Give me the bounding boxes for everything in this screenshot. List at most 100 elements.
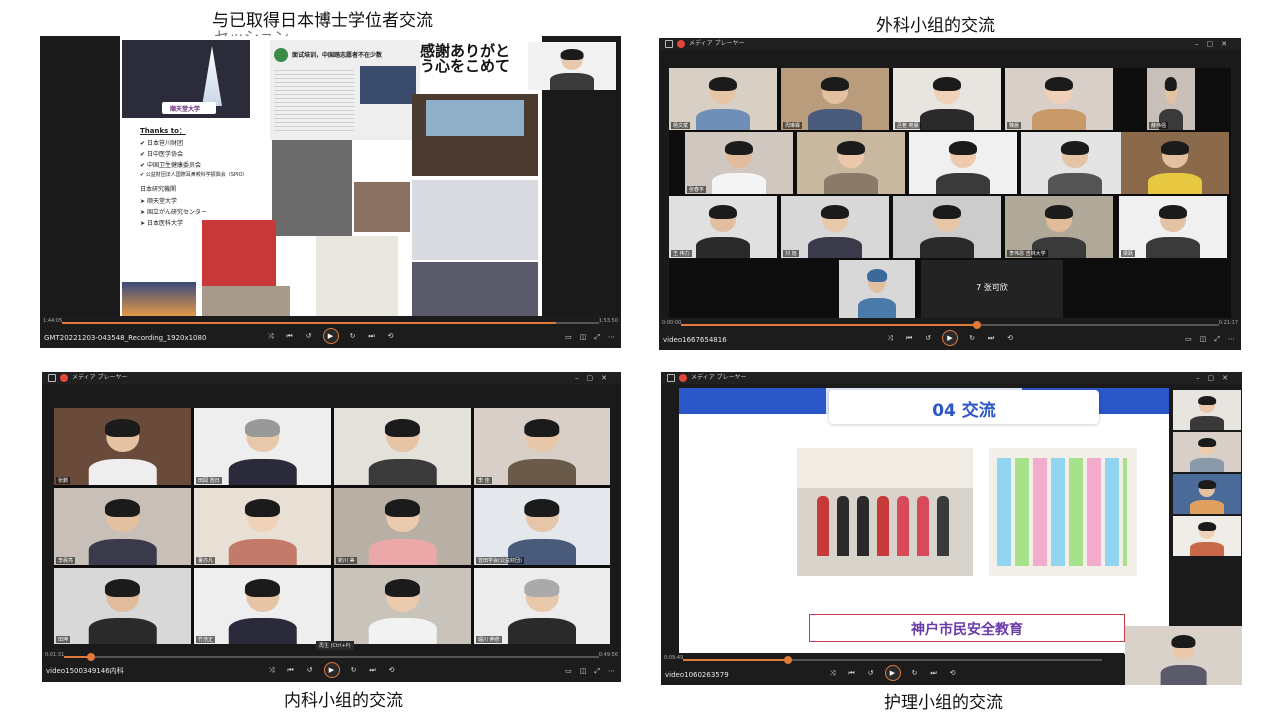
seek-bar[interactable]	[64, 653, 599, 661]
institution-label: 日本医科大学	[146, 220, 183, 227]
seek-bar[interactable]	[681, 321, 1219, 329]
fullscreen-icon[interactable]: ⤢	[1214, 335, 1220, 344]
video-filename: video1500349146内科	[46, 667, 124, 675]
slide-banner-box: 神户市民安全教育	[809, 614, 1125, 642]
repeat-icon[interactable]: ⟲	[386, 332, 396, 340]
captions-icon[interactable]: ▭	[565, 667, 572, 676]
home-icon[interactable]	[667, 374, 675, 382]
previous-icon[interactable]: ⏮	[285, 332, 295, 341]
playback-buttons: ⤨ ⏮ ↺ ▶ ↻ ⏭ ⟲	[266, 328, 396, 344]
window-buttons: ▭ ◫ ⤢ ⋯	[565, 667, 615, 676]
video-tile-active-speaker	[1125, 626, 1242, 685]
seek-knob[interactable]	[783, 656, 792, 664]
shuffle-icon[interactable]: ⤨	[885, 334, 895, 343]
forward-icon[interactable]: ↻	[910, 669, 920, 677]
rewind-icon[interactable]: ↺	[923, 334, 933, 342]
repeat-icon[interactable]: ⟲	[1005, 334, 1015, 342]
forward-icon[interactable]: ↻	[967, 334, 977, 342]
shuffle-icon[interactable]: ⤨	[266, 332, 276, 341]
zoom-gallery: 杨文斌 周琳霖 吕茗 苑晨 魏晨 薛伟强 张春平 王 伟力 刘 旭 李伟恩 吉林…	[669, 68, 1231, 318]
photo-group-christmas: 顺天堂大学	[122, 40, 250, 118]
rewind-icon[interactable]: ↺	[304, 332, 314, 340]
previous-icon[interactable]: ⏮	[904, 334, 914, 343]
forward-icon[interactable]: ↻	[348, 332, 358, 340]
previous-icon[interactable]: ⏮	[286, 666, 296, 675]
participant-name: 李 佳	[476, 477, 492, 484]
photo-group-event	[412, 262, 538, 318]
participant-name: 杨文斌	[671, 122, 691, 129]
next-icon[interactable]: ⏭	[367, 332, 377, 341]
playback-buttons: ⤨ ⏮ ↺ ▶ ↻ ⏭ ⟲	[267, 662, 397, 678]
video-tile-side	[1173, 390, 1241, 430]
home-icon[interactable]	[665, 40, 673, 48]
seek-knob[interactable]	[972, 321, 981, 329]
video-tile: 杨文斌	[669, 68, 777, 130]
current-time: 0:01:31	[45, 652, 65, 658]
seek-bar[interactable]	[683, 656, 1102, 664]
previous-icon[interactable]: ⏮	[847, 669, 857, 678]
video-tile: 李 佳	[474, 408, 610, 485]
institution-item: ➤ 顺天堂大学	[140, 198, 177, 205]
photo-poster-fighting	[202, 220, 276, 286]
captions-icon[interactable]: ▭	[1185, 335, 1192, 344]
repeat-icon[interactable]: ⟲	[387, 666, 397, 674]
current-time: 0:00:00	[662, 320, 682, 326]
player-controls: 0:09:49 video1060263579 ⤨ ⏮ ↺ ▶ ↻ ⏭ ⟲	[661, 653, 1124, 685]
video-tile	[893, 196, 1001, 258]
play-button[interactable]: ▶	[322, 328, 339, 344]
media-player-top-left: 顺天堂大学 Thanks to： ✔ 日本笹川财团 ✔ 日中医学协会 ✔ 中国卫…	[40, 36, 621, 348]
seek-knob[interactable]	[86, 653, 95, 661]
video-tile: 田坤	[54, 568, 191, 644]
total-time: 1:53:50	[598, 318, 618, 324]
window-controls[interactable]: –▢✕	[575, 372, 615, 384]
thanks-item-label: 日中医学协会	[146, 151, 183, 158]
video-tile: 张鹏	[54, 408, 191, 485]
rewind-icon[interactable]: ↺	[866, 669, 876, 677]
photo-meeting-table	[354, 182, 410, 232]
window-controls[interactable]: –▢✕	[1196, 372, 1236, 384]
thanks-item: ✔ 中国卫生健康委员会	[140, 162, 201, 169]
thanks-item-label: 日本笹川财团	[146, 140, 183, 147]
video-tile: 魏晨	[1005, 68, 1113, 130]
thanks-item: ✔ 公益財団法人国際耳鼻喉科学振興会（SPIO）	[140, 172, 248, 178]
video-tile: 竹浩正	[194, 568, 331, 644]
article-headline: 面试培训，中国踏志愿者不在少数	[292, 52, 383, 59]
shuffle-icon[interactable]: ⤨	[828, 669, 838, 678]
next-icon[interactable]: ⏭	[368, 666, 378, 675]
video-filename: video1667654816	[663, 336, 727, 344]
slide-heading-box: 04 交流	[829, 390, 1099, 424]
play-button[interactable]: ▶	[884, 665, 901, 681]
captions-icon[interactable]: ▭	[565, 333, 572, 342]
video-tile	[797, 132, 905, 194]
video-tile: 李晨亮	[54, 488, 191, 565]
media-player-top-right: メディア プレーヤー –▢✕ 杨文斌 周琳霖 吕茗 苑晨 魏晨 薛伟强 张春平 …	[659, 38, 1241, 350]
cast-icon[interactable]: ◫	[580, 667, 587, 676]
more-icon[interactable]: ⋯	[1228, 335, 1235, 344]
play-button[interactable]: ▶	[323, 662, 340, 678]
fullscreen-icon[interactable]: ⤢	[594, 333, 600, 342]
home-icon[interactable]	[48, 374, 56, 382]
video-tile: 张春平	[685, 132, 793, 194]
play-button[interactable]: ▶	[942, 330, 958, 346]
cast-icon[interactable]: ◫	[580, 333, 587, 342]
more-icon[interactable]: ⋯	[608, 667, 615, 676]
shuffle-icon[interactable]: ⤨	[267, 666, 277, 675]
video-tile: 堀川 伸彦	[474, 568, 610, 644]
participant-name: 竹浩正	[196, 636, 216, 643]
article-newspaper: 面试培训，中国踏志愿者不在少数	[270, 40, 420, 140]
participant-name: 李伟恩 吉林大学	[1007, 250, 1048, 257]
window-controls[interactable]: –▢✕	[1195, 38, 1235, 50]
next-icon[interactable]: ⏭	[929, 669, 939, 678]
more-icon[interactable]: ⋯	[608, 333, 615, 342]
rewind-icon[interactable]: ↺	[305, 666, 315, 674]
cast-icon[interactable]: ◫	[1200, 335, 1207, 344]
video-tile	[334, 568, 471, 644]
fullscreen-icon[interactable]: ⤢	[594, 667, 600, 676]
participant-name: 新川 美	[336, 557, 357, 564]
repeat-icon[interactable]: ⟲	[948, 669, 958, 677]
institution-item: ➤ 国立がん研究センター	[140, 209, 207, 216]
seek-bar[interactable]	[62, 322, 599, 324]
video-tile	[1021, 132, 1129, 194]
next-icon[interactable]: ⏭	[986, 334, 996, 343]
forward-icon[interactable]: ↻	[349, 666, 359, 674]
